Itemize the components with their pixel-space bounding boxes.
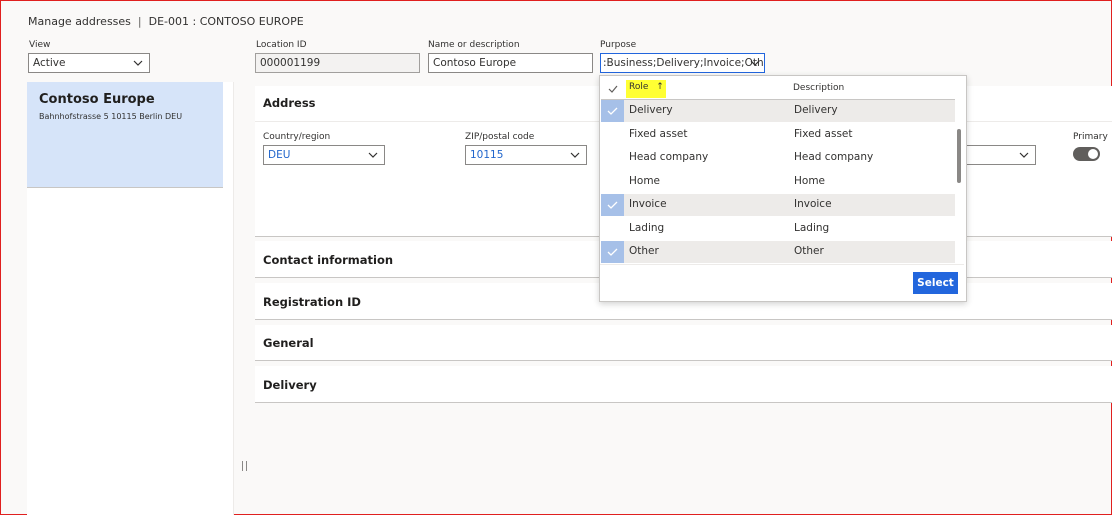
breadcrumb: Manage addresses | DE-001 : CONTOSO EUROPE — [28, 15, 304, 28]
row-role: Home — [629, 174, 661, 187]
zip-label: ZIP/postal code — [465, 132, 535, 142]
name-value: Contoso Europe — [433, 57, 517, 69]
row-description: Delivery — [794, 104, 838, 116]
sort-ascending-icon: ↑ — [656, 82, 664, 92]
row-checkbox[interactable] — [601, 241, 624, 263]
purpose-row[interactable]: Home Home — [601, 171, 955, 193]
chevron-down-icon — [133, 60, 143, 66]
purpose-row[interactable]: Invoice Invoice — [601, 194, 955, 216]
purpose-label: Purpose — [600, 40, 637, 50]
view-label: View — [29, 40, 51, 50]
row-checkbox[interactable] — [601, 171, 624, 193]
address-extra-select[interactable] — [966, 145, 1036, 165]
select-button[interactable]: Select — [913, 272, 958, 294]
toggle-knob — [1088, 149, 1098, 159]
zip-select[interactable]: 10115 — [465, 145, 587, 165]
purpose-value: :Business;Delivery;Invoice;Other — [603, 57, 765, 69]
row-description: Fixed asset — [794, 127, 853, 140]
address-card-title: Contoso Europe — [39, 92, 155, 107]
registration-section-header: Registration ID — [263, 295, 361, 309]
general-section[interactable]: General — [255, 325, 1112, 361]
role-header-label: Role — [629, 82, 649, 92]
country-value: DEU — [268, 149, 291, 161]
address-section-header[interactable]: Address — [263, 96, 316, 110]
purpose-row[interactable]: Fixed asset Fixed asset — [601, 124, 955, 146]
check-all-icon[interactable] — [607, 83, 619, 95]
description-column-header[interactable]: Description — [793, 83, 844, 93]
row-description: Lading — [794, 221, 830, 234]
zip-value: 10115 — [470, 149, 504, 161]
breadcrumb-record: DE-001 : CONTOSO EUROPE — [148, 15, 304, 28]
view-value: Active — [33, 57, 66, 69]
row-description: Head company — [794, 151, 874, 163]
chevron-down-icon — [1019, 152, 1029, 158]
general-section-header: General — [263, 336, 314, 350]
checkmark-icon — [607, 107, 618, 115]
purpose-row[interactable]: Other Other — [601, 241, 955, 263]
checkmark-icon — [607, 248, 618, 256]
checkmark-icon — [607, 201, 618, 209]
row-role: Delivery — [629, 104, 673, 116]
role-column-header[interactable]: Role ↑ — [629, 82, 664, 92]
country-label: Country/region — [263, 132, 331, 142]
purpose-row[interactable]: Lading Lading — [601, 218, 955, 240]
row-description: Home — [794, 174, 826, 187]
row-description: Invoice — [794, 198, 832, 210]
country-select[interactable]: DEU — [263, 145, 385, 165]
breadcrumb-separator: | — [137, 15, 142, 28]
row-checkbox[interactable] — [601, 194, 624, 216]
row-checkbox[interactable] — [601, 218, 624, 240]
row-role: Lading — [629, 221, 665, 234]
row-role: Head company — [629, 151, 709, 163]
view-select[interactable]: Active — [28, 53, 150, 73]
location-id-value: 000001199 — [260, 57, 321, 69]
primary-label: Primary — [1073, 132, 1108, 142]
purpose-row[interactable]: Head company Head company — [601, 147, 955, 169]
name-label: Name or description — [428, 40, 520, 50]
primary-toggle[interactable] — [1073, 147, 1100, 161]
address-card-subtitle: Bahnhofstrasse 5 10115 Berlin DEU — [39, 112, 183, 121]
dropdown-scrollbar[interactable] — [957, 129, 961, 183]
row-role: Invoice — [629, 198, 667, 210]
row-role: Other — [629, 245, 659, 257]
address-card[interactable]: Contoso Europe Bahnhofstrasse 5 10115 Be… — [27, 82, 223, 188]
breadcrumb-page[interactable]: Manage addresses — [28, 15, 131, 28]
row-role: Fixed asset — [629, 127, 688, 140]
location-id-label: Location ID — [256, 40, 307, 50]
row-checkbox[interactable] — [601, 100, 624, 122]
chevron-down-icon — [570, 152, 580, 158]
name-input[interactable]: Contoso Europe — [428, 53, 593, 73]
footer-divider — [600, 264, 964, 265]
delivery-section-header: Delivery — [263, 378, 317, 392]
purpose-select[interactable]: :Business;Delivery;Invoice;Other — [600, 53, 765, 73]
purpose-dropdown: Role ↑ Description Delivery Delivery Fixed… — [599, 75, 967, 302]
splitter-handle[interactable] — [242, 461, 247, 471]
purpose-row[interactable]: Delivery Delivery — [601, 100, 955, 122]
row-checkbox[interactable] — [601, 124, 624, 146]
row-checkbox[interactable] — [601, 147, 624, 169]
delivery-section[interactable]: Delivery — [255, 366, 1112, 403]
chevron-down-icon — [750, 60, 760, 66]
contact-section-header: Contact information — [263, 253, 394, 267]
row-description: Other — [794, 245, 824, 257]
location-id-field: 000001199 — [255, 53, 420, 73]
chevron-down-icon — [368, 152, 378, 158]
